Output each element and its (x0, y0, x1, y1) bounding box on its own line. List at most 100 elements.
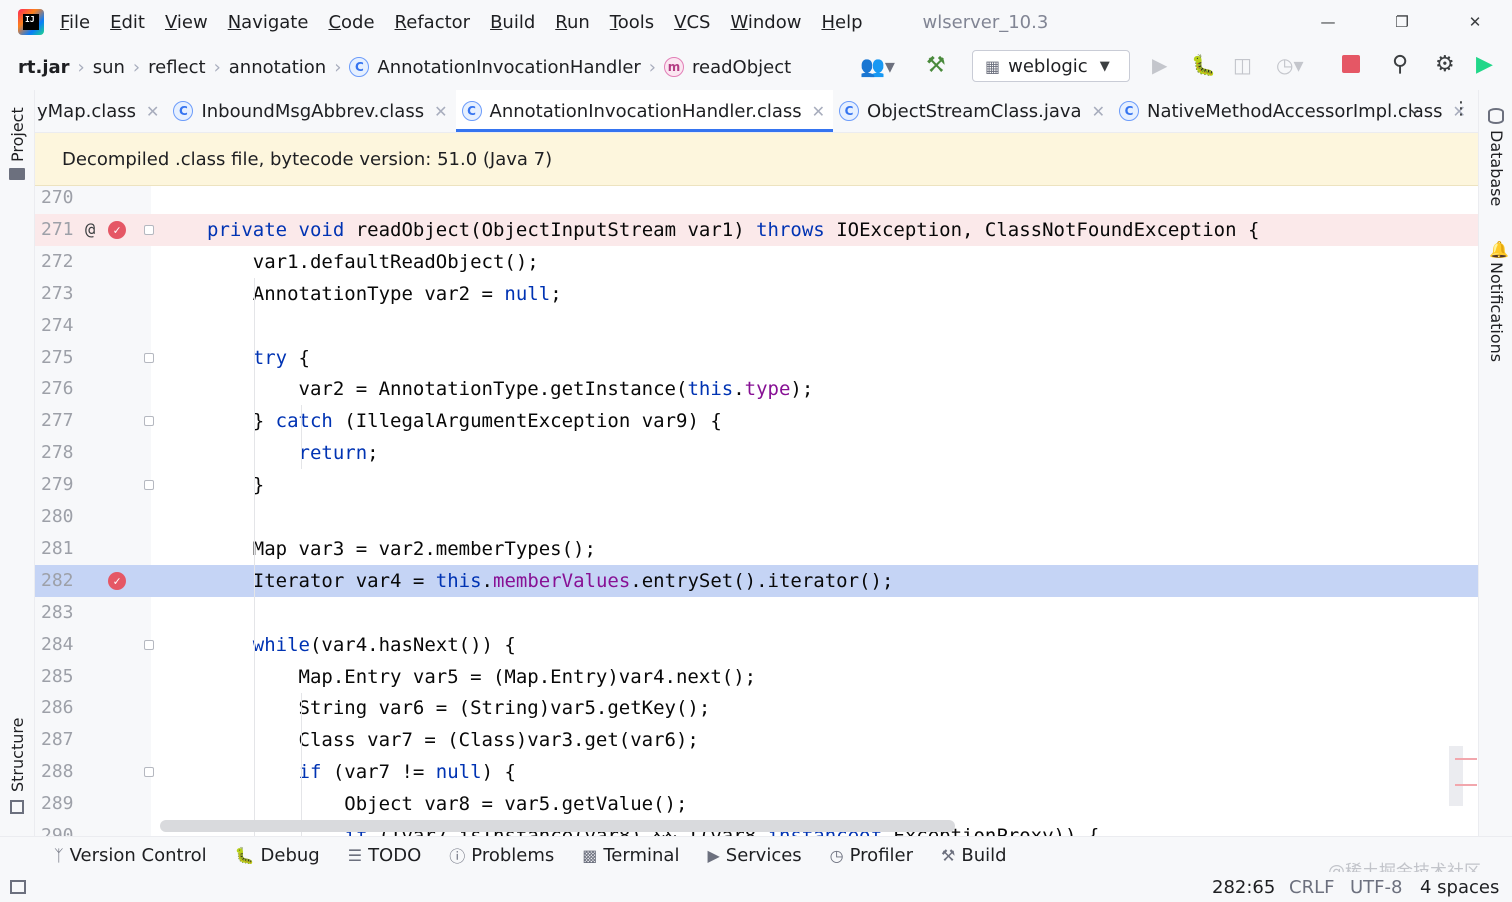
line-number[interactable]: 282 (41, 565, 81, 597)
breadcrumb-sun[interactable]: sun (93, 57, 125, 78)
line-number[interactable]: 271 (41, 214, 81, 246)
restore-icon[interactable]: ❐ (1390, 10, 1414, 34)
fold-marker-icon[interactable] (144, 224, 154, 235)
tab-list-chevron-icon[interactable]: ⌄ (1407, 98, 1422, 119)
vcs-user-icon[interactable]: 👥▾ (860, 54, 895, 78)
line-number[interactable]: 276 (41, 373, 81, 405)
line-number[interactable]: 287 (41, 724, 81, 756)
error-stripe-marker[interactable] (1455, 784, 1477, 786)
coverage-icon[interactable]: ◫ (1233, 53, 1252, 77)
close-icon[interactable]: ✕ (1463, 10, 1487, 34)
code-line[interactable]: 282 Iterator var4 = this.memberValues.en… (35, 564, 1478, 597)
line-number[interactable]: 288 (41, 756, 81, 788)
line-number[interactable]: 279 (41, 469, 81, 501)
run-configuration-select[interactable]: ▦ weblogic ▼ (972, 50, 1130, 82)
line-number[interactable]: 286 (41, 692, 81, 724)
line-number[interactable]: 284 (41, 629, 81, 661)
code-line[interactable]: 276 var2 = AnnotationType.getInstance(th… (35, 373, 1478, 405)
line-number[interactable]: 281 (41, 533, 81, 565)
menu-edit[interactable]: Edit (110, 12, 145, 33)
problems-button[interactable]: ⓘ Problems (449, 843, 554, 867)
debug-icon[interactable]: 🐛 (1191, 53, 1216, 77)
code-line[interactable]: 286 String var6 = (String)var5.getKey(); (35, 692, 1478, 724)
menu-build[interactable]: Build (490, 12, 535, 33)
settings-gear-icon[interactable]: ⚙ (1435, 52, 1455, 77)
code-line[interactable]: 289 Object var8 = var5.getValue(); (35, 788, 1478, 820)
override-marker-icon[interactable]: @ (85, 214, 95, 246)
menu-help[interactable]: Help (821, 12, 862, 33)
code-line[interactable]: 277 } catch (IllegalArgumentException va… (35, 405, 1478, 437)
intellij-logo-icon[interactable]: IJ (18, 9, 44, 35)
stop-icon[interactable] (1342, 55, 1360, 73)
menu-refactor[interactable]: Refactor (395, 12, 471, 33)
tab-close-icon[interactable]: ✕ (146, 102, 159, 121)
todo-button[interactable]: ☰ TODO (348, 845, 422, 866)
line-number[interactable]: 278 (41, 437, 81, 469)
code-line[interactable]: 281 Map var3 = var2.memberTypes(); (35, 533, 1478, 565)
services-button[interactable]: ▶ Services (707, 845, 801, 866)
tab-annotationinvocationhandler[interactable]: C AnnotationInvocationHandler.class ✕ (455, 90, 834, 132)
breadcrumb-rt-jar[interactable]: rt.jar (18, 57, 70, 78)
tab-close-icon[interactable]: ✕ (812, 102, 825, 121)
profile-icon[interactable]: ◷▾ (1276, 53, 1304, 77)
fold-marker-icon[interactable] (144, 480, 154, 491)
search-icon[interactable]: ⚲ (1392, 52, 1408, 77)
project-panel-button[interactable]: Project (8, 107, 27, 162)
editor-scrollbar[interactable] (1449, 746, 1463, 806)
breakpoint-icon[interactable]: ✓ (108, 220, 126, 239)
menu-tools[interactable]: Tools (610, 12, 654, 33)
fold-marker-icon[interactable] (144, 767, 154, 778)
fold-marker-icon[interactable] (144, 352, 154, 363)
tab-close-icon[interactable]: ✕ (434, 102, 447, 121)
breadcrumb-reflect[interactable]: reflect (148, 57, 205, 78)
code-line[interactable]: 284 while(var4.hasNext()) { (35, 629, 1478, 661)
terminal-button[interactable]: ▩ Terminal (582, 845, 679, 866)
notifications-panel-button[interactable]: Notifications (1487, 262, 1506, 362)
structure-panel-button[interactable]: Structure (8, 718, 27, 792)
database-panel-button[interactable]: Database (1487, 130, 1506, 206)
code-line[interactable]: 285 Map.Entry var5 = (Map.Entry)var4.nex… (35, 661, 1478, 693)
code-line[interactable]: 279 } (35, 469, 1478, 501)
file-encoding[interactable]: UTF-8 (1350, 877, 1402, 898)
line-number[interactable]: 283 (41, 597, 81, 629)
code-line[interactable]: 274 (35, 310, 1478, 342)
indent-setting[interactable]: 4 spaces (1420, 877, 1499, 898)
line-number[interactable]: 270 (41, 186, 81, 214)
line-number[interactable]: 290 (41, 820, 81, 836)
line-number[interactable]: 275 (41, 342, 81, 374)
code-line[interactable]: 287 Class var7 = (Class)var3.get(var6); (35, 724, 1478, 756)
tab-inboundmsgabbrev[interactable]: C InboundMsgAbbrev.class ✕ (167, 90, 455, 132)
error-stripe-marker[interactable] (1455, 758, 1477, 760)
tab-ymap[interactable]: yMap.class ✕ (35, 90, 167, 132)
profiler-button[interactable]: ◷ Profiler (830, 845, 913, 866)
menu-vcs[interactable]: VCS (674, 12, 710, 33)
menu-code[interactable]: Code (328, 12, 374, 33)
breadcrumb-annotation[interactable]: annotation (229, 57, 326, 78)
breadcrumb-method[interactable]: m readObject (664, 57, 791, 78)
more-options-icon[interactable]: ⋮ (1452, 98, 1470, 119)
caret-position[interactable]: 282:65 (1212, 877, 1275, 898)
line-number[interactable]: 289 (41, 788, 81, 820)
fold-marker-icon[interactable] (144, 639, 154, 650)
build-hammer-icon[interactable]: ⚒ (926, 53, 946, 78)
line-number[interactable]: 273 (41, 278, 81, 310)
code-line[interactable]: 271 private void readObject(ObjectInputSt… (35, 213, 1478, 246)
code-line[interactable]: 275 try { (35, 342, 1478, 374)
breakpoint-icon[interactable]: ✓ (108, 571, 126, 590)
breadcrumb-class[interactable]: C AnnotationInvocationHandler (349, 57, 641, 78)
menu-navigate[interactable]: Navigate (228, 12, 309, 33)
horizontal-scrollbar[interactable] (160, 820, 955, 832)
menu-window[interactable]: Window (730, 12, 801, 33)
line-number[interactable]: 277 (41, 405, 81, 437)
code-line[interactable]: 283 (35, 597, 1478, 629)
menu-run[interactable]: Run (555, 12, 590, 33)
minimize-icon[interactable]: — (1316, 10, 1340, 34)
menu-file[interactable]: File (60, 12, 90, 33)
version-control-button[interactable]: ᛉ Version Control (54, 845, 207, 866)
fold-marker-icon[interactable] (144, 416, 154, 427)
line-number[interactable]: 280 (41, 501, 81, 533)
jetbrains-toolbox-icon[interactable]: ▶ (1476, 52, 1493, 77)
code-line[interactable]: 273 AnnotationType var2 = null; (35, 278, 1478, 310)
toggle-tool-windows-icon[interactable] (10, 880, 26, 894)
code-editor[interactable]: 270 271 private void readObject(ObjectInpu… (35, 186, 1478, 836)
